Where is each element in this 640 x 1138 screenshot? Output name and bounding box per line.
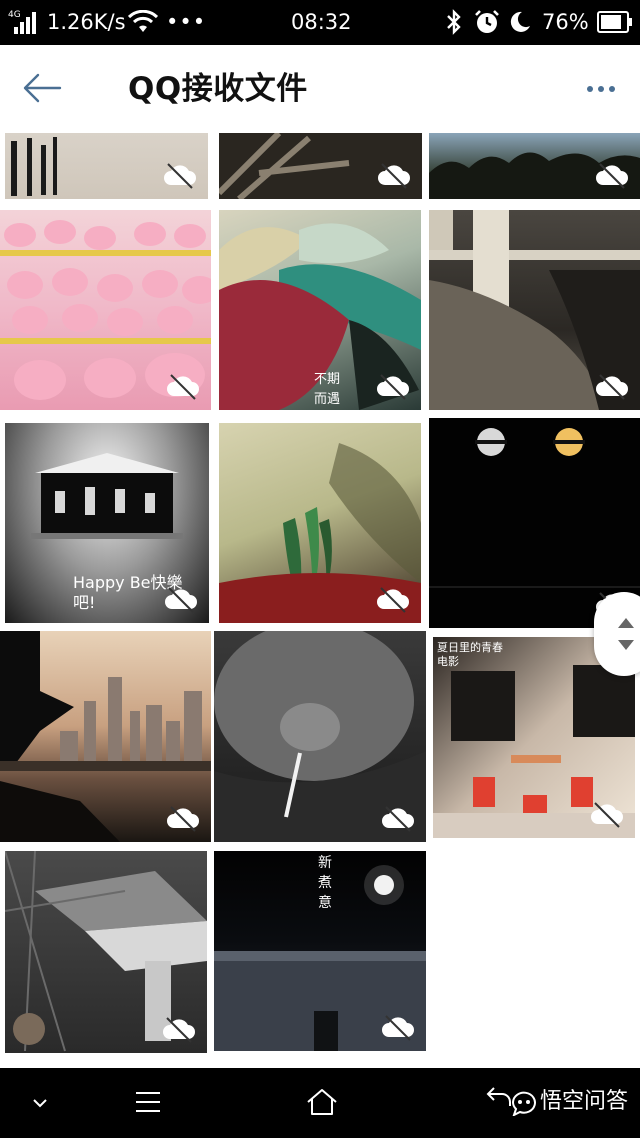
image-tile[interactable] (0, 210, 211, 410)
fast-scroll-handle[interactable] (594, 592, 640, 676)
image-tile[interactable] (5, 851, 207, 1053)
image-tile[interactable]: 不期 而遇 (219, 210, 421, 410)
image-caption: 夏日里的青春电影 (437, 641, 503, 668)
page-title: QQ接收文件 (128, 71, 308, 107)
more-notifications: ••• (166, 10, 207, 34)
image-caption: 新 煮 意 (318, 855, 332, 911)
image-tile[interactable]: 新 煮 意 (214, 851, 426, 1051)
image-tile[interactable] (219, 423, 421, 623)
image-tile[interactable] (429, 210, 640, 410)
back-icon[interactable] (482, 1068, 512, 1138)
cloud-off-icon (382, 806, 414, 832)
battery-percent: 76% (542, 10, 589, 34)
image-caption: 不期 而遇 (313, 372, 340, 407)
image-tile[interactable] (429, 133, 640, 199)
cloud-off-icon (165, 587, 197, 613)
image-tile[interactable] (214, 631, 426, 842)
wifi-icon (128, 10, 158, 32)
wukong-logo-icon (511, 1091, 536, 1116)
more-options-icon[interactable] (580, 75, 624, 103)
menu-icon[interactable] (132, 1068, 164, 1138)
network-speed: 1.26K/s (47, 10, 126, 34)
signal-icon (14, 12, 36, 34)
image-tile[interactable]: Happy Be快樂吧! (5, 423, 209, 623)
bluetooth-icon (447, 9, 461, 35)
cloud-off-icon (596, 374, 628, 400)
image-tile[interactable] (5, 133, 208, 199)
cloud-off-icon (163, 1017, 195, 1043)
cloud-off-icon (591, 802, 623, 828)
cloud-off-icon (164, 163, 196, 189)
cloud-off-icon (382, 1015, 414, 1041)
cloud-off-icon (377, 374, 409, 400)
cloud-off-icon (378, 163, 410, 189)
image-tile[interactable] (219, 133, 422, 199)
back-arrow-icon[interactable] (22, 70, 62, 106)
status-bar: 4G 1.26K/s ••• 08:32 76% (0, 0, 640, 45)
battery-icon (597, 11, 632, 33)
watermark-text: 悟空问答 (540, 1089, 629, 1114)
image-tile[interactable] (0, 631, 211, 842)
cloud-off-icon (167, 374, 199, 400)
do-not-disturb-moon-icon (510, 11, 530, 32)
cloud-off-icon (596, 163, 628, 189)
cloud-off-icon (377, 587, 409, 613)
app-bar: QQ接收文件 (0, 45, 640, 133)
image-grid: 不期 而遇 Happy Be快樂吧! 夏日里的青春电影 新 煮 意 (0, 133, 640, 1068)
clock: 08:32 (291, 10, 352, 34)
scroll-up-down-icon (618, 618, 634, 650)
alarm-icon (475, 10, 499, 33)
home-icon[interactable] (304, 1068, 340, 1138)
chevron-down-icon[interactable] (28, 1068, 52, 1138)
cloud-off-icon (167, 806, 199, 832)
